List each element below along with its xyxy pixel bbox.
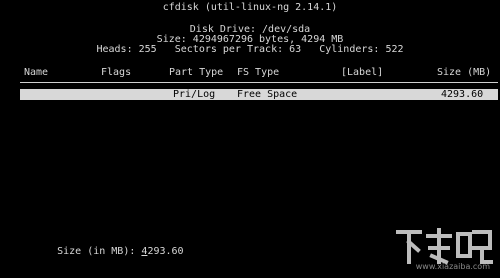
cell-part-type: Pri/Log	[173, 89, 216, 100]
column-flags: Flags	[101, 67, 132, 78]
table-divider	[20, 82, 498, 83]
table-row[interactable]: Pri/Log Free Space 4293.60	[20, 89, 498, 100]
column-fs-type: FS Type	[237, 67, 280, 78]
size-prompt-label: Size (in MB):	[57, 246, 136, 257]
column-part-type: Part Type	[169, 67, 224, 78]
disk-geometry: Heads: 255 Sectors per Track: 63 Cylinde…	[96, 44, 404, 55]
column-label: [Label]	[341, 67, 384, 78]
size-prompt[interactable]: Size (in MB): 4293.60	[33, 234, 183, 257]
cell-size: 4293.60	[441, 89, 484, 100]
watermark-url: www.xiazaiba.com	[415, 262, 490, 271]
cell-fs-type: Free Space	[237, 89, 298, 100]
size-prompt-value: 293.60	[147, 246, 184, 257]
watermark-logo: www.xiazaiba.com	[394, 226, 494, 272]
table-header: Name Flags Part Type FS Type [Label] Siz…	[0, 67, 500, 79]
column-size: Size (MB)	[437, 67, 492, 78]
column-name: Name	[24, 67, 49, 78]
program-title: cfdisk (util-linux-ng 2.14.1)	[162, 2, 338, 13]
